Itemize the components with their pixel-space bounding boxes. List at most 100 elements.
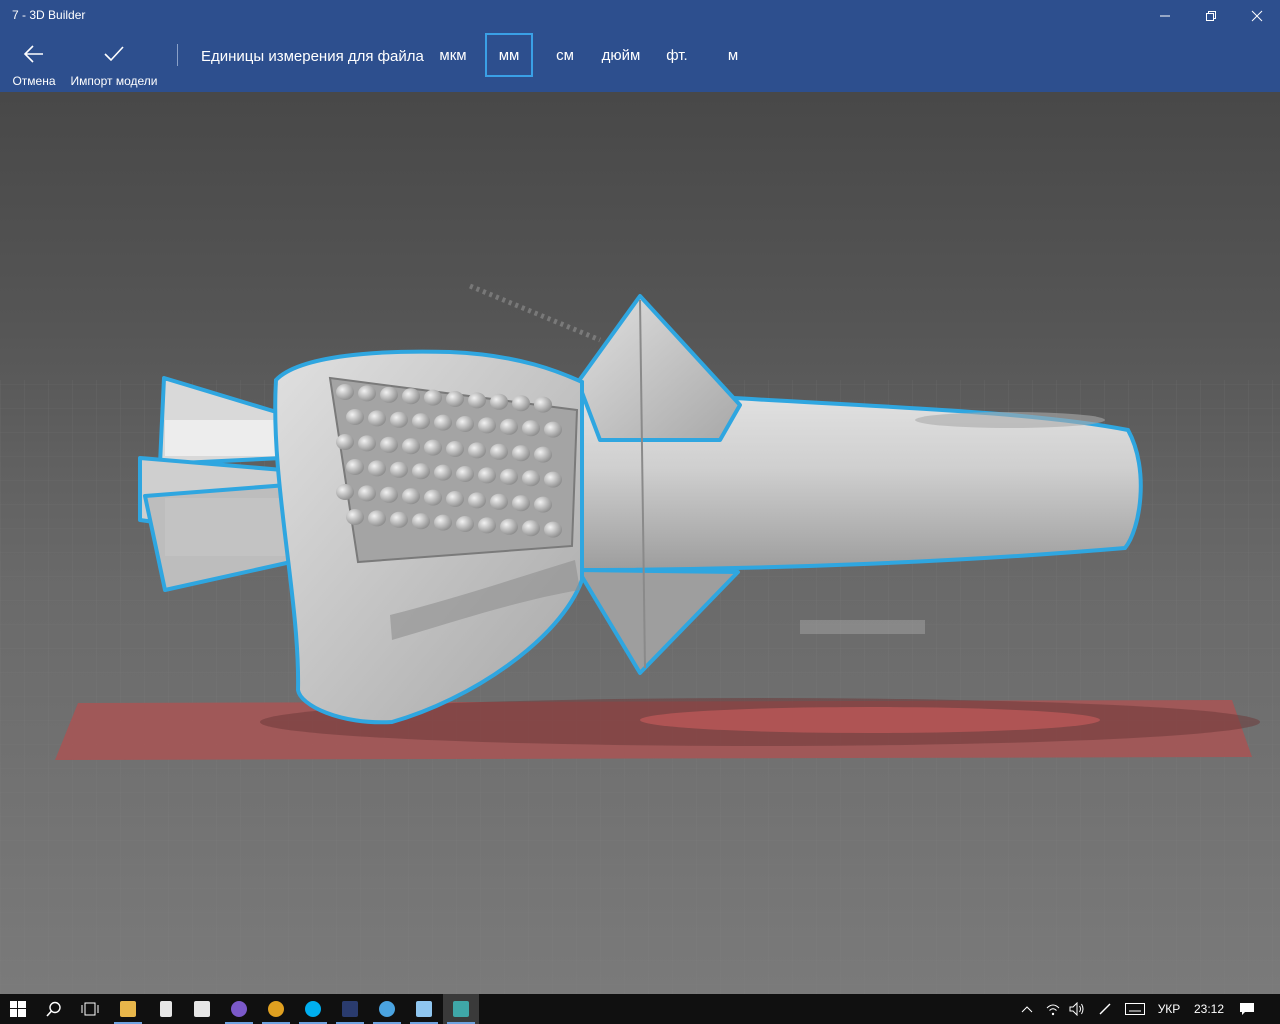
start-button[interactable] — [0, 994, 36, 1024]
bead — [446, 391, 464, 407]
bead — [478, 417, 496, 434]
bead — [358, 435, 376, 452]
viber-button[interactable] — [221, 994, 257, 1024]
action-center-button[interactable] — [1234, 994, 1260, 1024]
minimize-button[interactable] — [1142, 0, 1188, 32]
bead — [500, 418, 518, 435]
3d-builder-button[interactable] — [443, 994, 479, 1024]
network-button[interactable] — [1042, 994, 1064, 1024]
3d-builder-icon — [453, 1001, 469, 1017]
bead — [456, 416, 474, 432]
chevron-up-icon — [1021, 1006, 1033, 1013]
bead — [402, 488, 420, 505]
bead — [478, 467, 496, 484]
touch-keyboard-button[interactable] — [1122, 994, 1148, 1024]
unit-option-mkm[interactable]: мкм — [431, 33, 475, 77]
bead — [380, 386, 398, 403]
unit-option-cm[interactable]: см — [545, 33, 585, 77]
bead — [456, 466, 474, 482]
bead — [512, 395, 530, 412]
chrome-button[interactable] — [258, 994, 294, 1024]
bead — [544, 421, 562, 438]
bead — [346, 459, 364, 475]
speaker-icon — [1069, 1002, 1084, 1016]
show-hidden-icons-button[interactable] — [1016, 994, 1038, 1024]
chrome-icon — [268, 1001, 284, 1017]
bead — [478, 517, 496, 534]
volume-button[interactable] — [1066, 994, 1088, 1024]
language-indicator[interactable]: УКР — [1152, 994, 1186, 1024]
bead — [412, 463, 430, 480]
bead — [534, 446, 552, 463]
units-label: Единицы измерения для файла — [201, 48, 424, 65]
bead — [424, 489, 442, 506]
pen-icon — [1099, 1003, 1111, 1015]
keyboard-icon — [1125, 1003, 1145, 1015]
bead — [402, 438, 420, 455]
bead — [412, 513, 430, 530]
bead — [456, 516, 474, 532]
3d-viewport[interactable] — [0, 92, 1280, 994]
bead — [500, 468, 518, 485]
photoshop-button[interactable] — [332, 994, 368, 1024]
restore-button[interactable] — [1188, 0, 1234, 32]
browser-icon — [379, 1001, 395, 1017]
unit-option-m[interactable]: м — [716, 33, 750, 77]
bead — [468, 392, 486, 409]
calculator-icon — [160, 1001, 172, 1017]
restore-icon — [1206, 11, 1216, 21]
task-view-button[interactable] — [72, 994, 108, 1024]
bead — [512, 495, 530, 512]
bead — [380, 486, 398, 503]
calculator-button[interactable] — [148, 994, 184, 1024]
bead — [424, 439, 442, 456]
checkmark-icon — [104, 46, 124, 62]
windows-icon — [10, 1001, 26, 1017]
close-button[interactable] — [1234, 0, 1280, 32]
wifi-icon — [1046, 1004, 1060, 1016]
browser-button[interactable] — [369, 994, 405, 1024]
bead — [390, 411, 408, 428]
clock[interactable]: 23:12 — [1188, 994, 1230, 1024]
bead — [468, 492, 486, 509]
taskbar: УКР 23:12 — [0, 994, 1280, 1024]
bead — [490, 393, 508, 410]
notepad-button[interactable] — [406, 994, 442, 1024]
bead — [346, 409, 364, 425]
bead — [346, 509, 364, 525]
viber-icon — [231, 1001, 247, 1017]
window-title: 7 - 3D Builder — [12, 8, 86, 22]
bead — [500, 518, 518, 535]
bead — [368, 460, 386, 477]
cancel-button[interactable]: Отмена — [8, 42, 60, 88]
bead — [390, 511, 408, 528]
store-button[interactable] — [184, 994, 220, 1024]
bead — [336, 384, 354, 400]
bead — [522, 470, 540, 487]
bead — [534, 396, 552, 413]
pen-button[interactable] — [1094, 994, 1116, 1024]
skype-button[interactable] — [295, 994, 331, 1024]
skype-icon — [305, 1001, 321, 1017]
search-button[interactable] — [36, 994, 72, 1024]
folder-icon — [120, 1001, 136, 1017]
unit-option-mm[interactable]: мм — [485, 33, 533, 77]
command-separator — [177, 44, 178, 66]
notification-icon — [1240, 1003, 1254, 1015]
unit-option-ft[interactable]: фт. — [657, 33, 697, 77]
bead — [490, 443, 508, 460]
unit-option-inch[interactable]: дюйм — [594, 33, 648, 77]
bead — [434, 464, 452, 481]
bead — [368, 510, 386, 527]
file-explorer-button[interactable] — [110, 994, 146, 1024]
app-header: 7 - 3D Builder Отмена Импорт модели Един… — [0, 0, 1280, 92]
import-model-button[interactable]: Импорт модели — [66, 42, 162, 88]
bead — [402, 388, 420, 405]
close-icon — [1251, 10, 1263, 22]
bead — [424, 389, 442, 406]
back-arrow-icon — [23, 45, 43, 63]
bead — [380, 436, 398, 453]
bead — [434, 514, 452, 531]
bead — [390, 461, 408, 478]
bead — [522, 520, 540, 537]
